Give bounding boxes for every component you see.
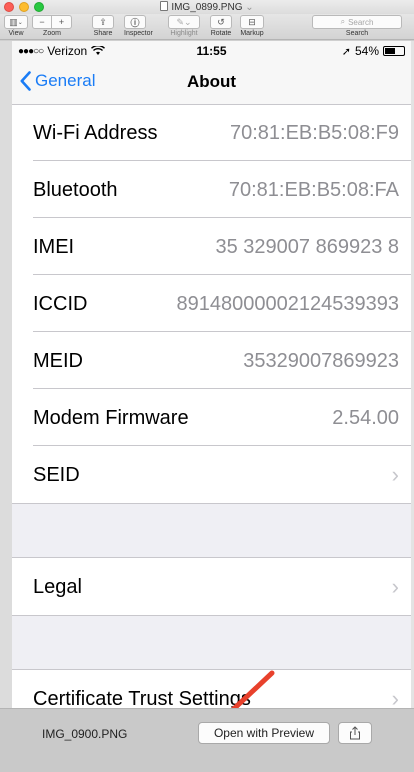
zoom-label: Zoom — [43, 30, 61, 37]
file-icon — [160, 1, 169, 11]
search-icon: ⌕ — [340, 17, 346, 26]
section-gap — [12, 503, 411, 558]
row-iccid[interactable]: ICCID 89148000002124539393 — [12, 276, 411, 332]
open-with-preview-label: Open with Preview — [213, 726, 315, 740]
search-placeholder: Search — [348, 17, 374, 27]
share-label: Share — [93, 30, 113, 37]
row-label: IMEI — [33, 235, 75, 258]
row-value: 70:81:EB:B5:08:F9 — [229, 121, 399, 144]
row-meid[interactable]: MEID 35329007869923 — [12, 333, 411, 389]
rotate-icon: ↺ — [210, 15, 232, 29]
row-label: Bluetooth — [33, 178, 118, 201]
document-title-text: IMG_0899.PNG — [171, 2, 243, 13]
row-label: SEID — [33, 463, 80, 486]
row-label: Legal — [33, 575, 82, 598]
row-modem-firmware[interactable]: Modem Firmware 2.54.00 — [12, 390, 411, 446]
next-file-bar: IMG_0900.PNG Open with Preview — [0, 708, 414, 772]
sidebar-icon: ▥ ⌄ — [4, 15, 28, 29]
row-value: 2.54.00 — [332, 406, 399, 429]
highlighter-icon: ✎⌄ — [168, 15, 200, 29]
next-file-name: IMG_0900.PNG — [42, 727, 128, 741]
row-value: 89148000002124539393 — [176, 292, 399, 315]
row-label: MEID — [33, 349, 83, 372]
toolbox-icon: ⊟ — [240, 15, 264, 29]
row-label: ICCID — [33, 292, 88, 315]
row-value: 35 329007 869923 8 — [215, 235, 399, 258]
zoom-control[interactable]: − + Zoom — [32, 15, 72, 37]
chevron-right-icon: › — [391, 574, 399, 599]
section-gap — [12, 615, 411, 670]
row-certificate-trust-settings[interactable]: Certificate Trust Settings › — [12, 671, 411, 708]
row-bluetooth[interactable]: Bluetooth 70:81:EB:B5:08:FA — [12, 162, 411, 218]
inspector-label: Inspector — [124, 30, 153, 37]
row-separator — [33, 445, 411, 446]
row-imei[interactable]: IMEI 35 329007 869923 8 — [12, 219, 411, 275]
window-titlebar: IMG_0899.PNG ⌄ — [0, 0, 414, 14]
row-value: 70:81:EB:B5:08:FA — [228, 178, 399, 201]
row-seid[interactable]: SEID › — [12, 447, 411, 503]
share-button[interactable] — [338, 722, 372, 744]
location-arrow-icon: ➚ — [341, 45, 351, 58]
settings-table: Wi-Fi Address 70:81:EB:B5:08:F9 Bluetoot… — [12, 105, 411, 708]
row-separator — [33, 274, 411, 275]
highlight-control[interactable]: ✎⌄ Highlight — [168, 15, 200, 37]
markup-control[interactable]: ⊟ Markup — [240, 15, 264, 37]
search-input[interactable]: ⌕ Search — [312, 15, 402, 29]
rotate-control[interactable]: ↺ Rotate — [210, 15, 232, 37]
row-separator — [33, 160, 411, 161]
search-label: Search — [345, 30, 369, 37]
page-title: About — [186, 72, 237, 91]
search-control[interactable]: ⌕ Search Search — [312, 15, 402, 37]
row-value: 35329007869923 — [243, 349, 399, 372]
row-label: Certificate Trust Settings — [33, 687, 251, 709]
battery-icon — [383, 46, 405, 56]
toolbar: ▥ ⌄ View − + Zoom ⇪ Share ⓘ Inspector ✎⌄ … — [0, 14, 414, 40]
zoom-in-icon[interactable]: + — [52, 15, 72, 29]
share-icon — [350, 726, 360, 740]
row-legal[interactable]: Legal › — [12, 559, 411, 615]
row-label: Wi-Fi Address — [33, 121, 158, 144]
view-label: View — [8, 30, 24, 37]
chevron-down-icon: ⌄ — [245, 2, 254, 13]
share-icon: ⇪ — [92, 15, 114, 29]
rotate-label: Rotate — [210, 30, 232, 37]
battery-percentage: 54% — [354, 44, 379, 58]
row-label: Modem Firmware — [33, 406, 189, 429]
row-separator — [33, 331, 411, 332]
share-control[interactable]: ⇪ Share — [92, 15, 114, 37]
ios-status-bar: ●●●○○ Verizon 11:55 ➚ 54% — [12, 41, 411, 61]
inspector-control[interactable]: ⓘ Inspector — [124, 15, 153, 37]
sidebar-strip — [0, 41, 12, 708]
markup-label: Markup — [240, 30, 264, 37]
battery-fill — [385, 48, 395, 54]
highlight-label: Highlight — [170, 30, 198, 37]
zoom-out-icon[interactable]: − — [32, 15, 52, 29]
chevron-right-icon: › — [391, 686, 399, 708]
row-separator — [33, 217, 411, 218]
view-control[interactable]: ▥ ⌄ View — [4, 15, 28, 37]
info-icon: ⓘ — [124, 15, 146, 29]
chevron-right-icon: › — [391, 462, 399, 487]
open-with-preview-button[interactable]: Open with Preview — [198, 722, 330, 744]
row-separator — [33, 388, 411, 389]
document-canvas: ●●●○○ Verizon 11:55 ➚ 54% General About — [0, 41, 414, 708]
row-wifi-address[interactable]: Wi-Fi Address 70:81:EB:B5:08:F9 — [12, 105, 411, 161]
document-title[interactable]: IMG_0899.PNG ⌄ — [0, 1, 414, 13]
navigation-bar: General About — [12, 61, 411, 105]
